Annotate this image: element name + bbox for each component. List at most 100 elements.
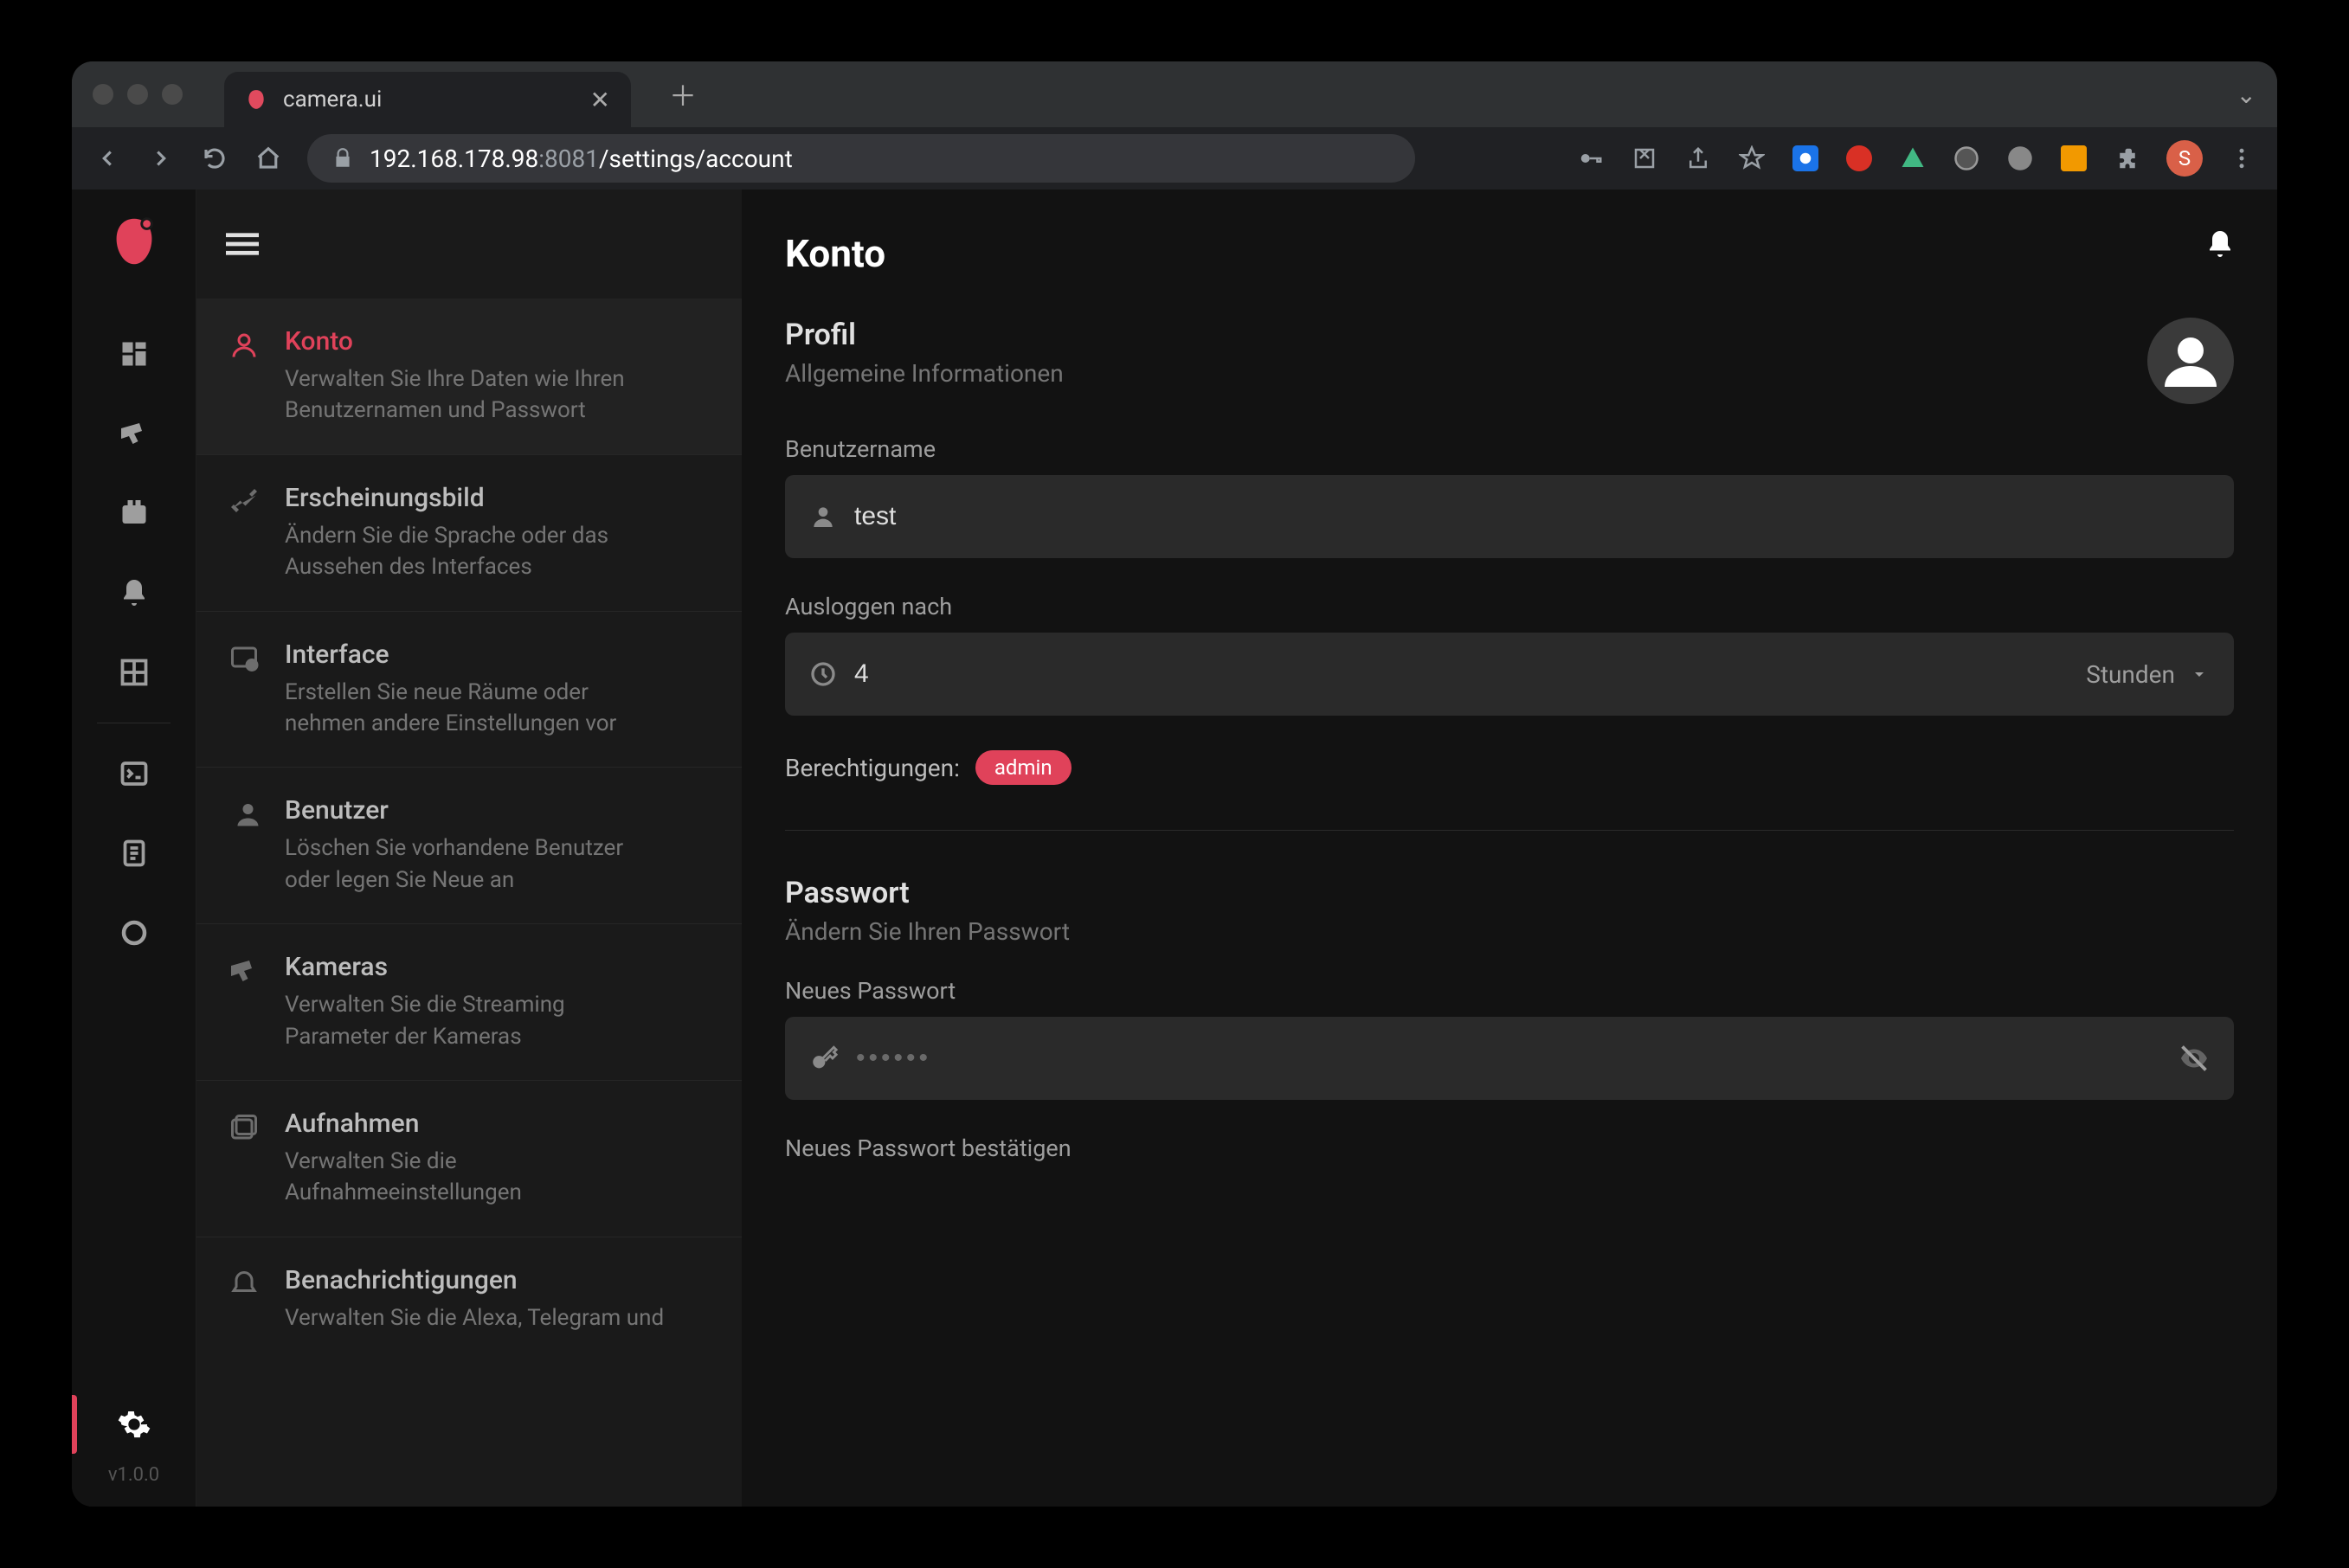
rail-camview[interactable]	[72, 633, 196, 712]
subside-header	[196, 190, 742, 299]
appearance-icon	[226, 486, 262, 583]
tab-close-icon[interactable]: ✕	[590, 86, 610, 114]
extension-icon-3[interactable]	[1898, 144, 1927, 173]
logout-unit-select[interactable]: Stunden	[2086, 660, 2210, 689]
rail-console[interactable]	[72, 734, 196, 813]
rail-cameras[interactable]	[72, 394, 196, 473]
sidebar-item-desc: Erstellen Sie neue Räume oder nehmen and…	[285, 677, 666, 740]
camera-icon	[226, 955, 262, 1052]
rail-recordings[interactable]	[72, 473, 196, 553]
section-password-subtitle: Ändern Sie Ihren Passwort	[785, 917, 2234, 946]
toggle-password-visibility[interactable]	[2178, 1043, 2210, 1074]
rail-config[interactable]	[72, 893, 196, 973]
sidebar-item-desc: Verwalten Sie Ihre Daten wie Ihren Benut…	[285, 363, 666, 427]
username-label: Benutzername	[785, 435, 2234, 463]
logout-label: Ausloggen nach	[785, 593, 2234, 620]
extension-icon-1[interactable]	[1791, 144, 1820, 173]
sidebar-item-erscheinungsbild[interactable]: Erscheinungsbild Ändern Sie die Sprache …	[196, 455, 742, 612]
bookmark-star-icon[interactable]	[1737, 144, 1767, 173]
app-logo[interactable]	[103, 210, 165, 273]
app-root: v1.0.0 Konto Verwalten Sie Ihre Daten wi…	[72, 190, 2277, 1507]
username-input[interactable]	[854, 502, 2210, 531]
extension-icon-2[interactable]	[1844, 144, 1874, 173]
permissions-label: Berechtigungen:	[785, 754, 960, 782]
traffic-lights	[93, 84, 183, 105]
sidebar-item-title: Aufnahmen	[285, 1109, 666, 1139]
maximize-window-button[interactable]	[162, 84, 183, 105]
interface-icon	[226, 643, 262, 740]
sidebar-item-benachrichtigungen[interactable]: Benachrichtigungen Verwalten Sie die Ale…	[196, 1237, 742, 1361]
section-profile-subtitle: Allgemeine Informationen	[785, 359, 1064, 388]
sidebar-item-desc: Verwalten Sie die Alexa, Telegram und	[285, 1302, 664, 1333]
account-icon	[226, 330, 262, 427]
nav-rail: v1.0.0	[72, 190, 196, 1507]
back-button[interactable]	[93, 144, 122, 173]
close-window-button[interactable]	[93, 84, 113, 105]
sidebar-item-desc: Ändern Sie die Sprache oder das Aussehen…	[285, 520, 666, 583]
sidebar-item-konto[interactable]: Konto Verwalten Sie Ihre Daten wie Ihren…	[196, 299, 742, 455]
confirmpassword-label: Neues Passwort bestätigen	[785, 1134, 2234, 1162]
newpassword-input-wrap	[785, 1017, 2234, 1100]
rail-notifications[interactable]	[72, 553, 196, 633]
permission-badge: admin	[975, 750, 1072, 785]
sidebar-item-benutzer[interactable]: Benutzer Löschen Sie vorhandene Benutzer…	[196, 768, 742, 924]
minimize-window-button[interactable]	[127, 84, 148, 105]
sidebar-item-title: Benutzer	[285, 795, 666, 826]
rail-dashboard[interactable]	[72, 314, 196, 394]
menu-dots-icon[interactable]	[2227, 144, 2256, 173]
tab-favicon-icon	[245, 87, 269, 112]
titlebar: camera.ui ✕ ＋ ⌄	[72, 61, 2277, 127]
notifications-icon	[226, 1269, 262, 1333]
url-bar[interactable]: 192.168.178.98:8081/settings/account	[307, 134, 1415, 183]
sidebar-toggle-button[interactable]	[226, 228, 259, 260]
notifications-bell-icon[interactable]	[2204, 228, 2236, 260]
lock-icon	[331, 147, 354, 170]
sidebar-item-interface[interactable]: Interface Erstellen Sie neue Räume oder …	[196, 612, 742, 768]
extension-icon-6[interactable]	[2059, 144, 2088, 173]
extensions-puzzle-icon[interactable]	[2113, 144, 2142, 173]
sidebar-item-desc: Verwalten Sie die Aufnahmeeinstellungen	[285, 1146, 666, 1209]
chevron-down-icon	[2189, 664, 2210, 684]
sidebar-item-kameras[interactable]: Kameras Verwalten Sie die Streaming Para…	[196, 924, 742, 1081]
version-label: v1.0.0	[108, 1464, 159, 1507]
sidebar-item-desc: Löschen Sie vorhandene Benutzer oder leg…	[285, 832, 666, 896]
sidebar-item-desc: Verwalten Sie die Streaming Parameter de…	[285, 989, 666, 1052]
sidebar-item-title: Benachrichtigungen	[285, 1265, 664, 1295]
install-app-icon[interactable]	[1630, 144, 1659, 173]
key-icon[interactable]	[1576, 144, 1606, 173]
sidebar-item-aufnahmen[interactable]: Aufnahmen Verwalten Sie die Aufnahmeeins…	[196, 1081, 742, 1237]
forward-button[interactable]	[146, 144, 176, 173]
sidebar-item-title: Erscheinungsbild	[285, 483, 666, 513]
reload-button[interactable]	[200, 144, 229, 173]
rail-log[interactable]	[72, 813, 196, 893]
browser-tab[interactable]: camera.ui ✕	[224, 72, 631, 127]
rail-settings[interactable]	[72, 1385, 196, 1464]
tab-title: camera.ui	[283, 87, 576, 112]
clock-icon	[809, 660, 837, 688]
new-tab-button[interactable]: ＋	[669, 74, 697, 114]
extension-icon-4[interactable]	[1952, 144, 1981, 173]
sidebar-item-title: Kameras	[285, 952, 666, 982]
share-icon[interactable]	[1683, 144, 1713, 173]
browser-window: camera.ui ✕ ＋ ⌄ 192.168.178.98:8081/sett…	[72, 61, 2277, 1507]
sidebar-item-title: Interface	[285, 639, 666, 670]
main-content: Konto Profil Allgemeine Informationen Be…	[742, 190, 2277, 1507]
profile-avatar[interactable]: S	[2166, 140, 2203, 177]
logout-input-wrap: Stunden	[785, 633, 2234, 716]
section-profile-title: Profil	[785, 318, 1064, 352]
tab-overflow-icon[interactable]: ⌄	[2236, 80, 2256, 109]
users-icon	[226, 799, 262, 896]
person-icon	[809, 503, 837, 530]
newpassword-input[interactable]	[856, 1044, 2161, 1073]
logout-value-input[interactable]	[854, 659, 2069, 689]
recordings-icon	[226, 1112, 262, 1209]
newpassword-label: Neues Passwort	[785, 977, 2234, 1005]
section-password-title: Passwort	[785, 876, 2234, 910]
extension-icon-5[interactable]	[2005, 144, 2035, 173]
home-button[interactable]	[254, 144, 283, 173]
browser-toolbar: 192.168.178.98:8081/settings/account S	[72, 127, 2277, 190]
url-text: 192.168.178.98:8081/settings/account	[370, 145, 793, 173]
page-title: Konto	[785, 231, 2234, 276]
profile-avatar-placeholder[interactable]	[2147, 318, 2234, 404]
sidebar-item-title: Konto	[285, 326, 666, 357]
